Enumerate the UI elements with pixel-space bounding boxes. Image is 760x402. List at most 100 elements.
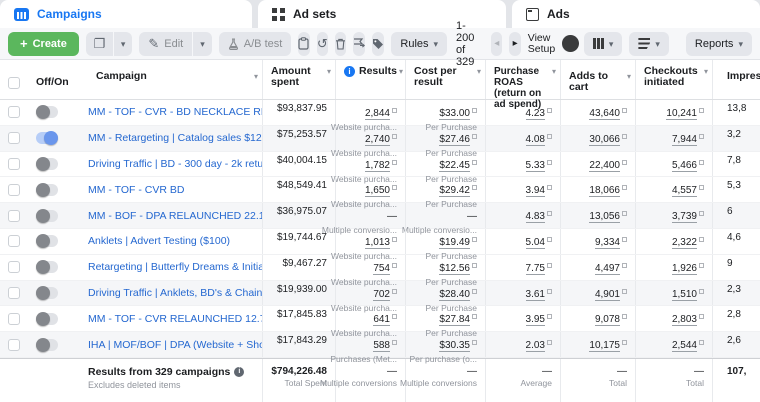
cost-per-result-cell[interactable]: $30.35 Per purchase (o... [405,332,485,357]
campaign-toggle[interactable] [36,287,58,299]
results-cell[interactable]: 702 Website purcha... [335,281,405,306]
campaign-header[interactable]: Campaign [88,60,262,99]
tag-button[interactable] [372,32,384,56]
results-cell[interactable]: 1,650 Website purcha... [335,177,405,202]
adds-to-cart-header[interactable]: Adds to cart [560,60,635,99]
row-checkbox[interactable] [8,210,20,222]
campaign-link[interactable]: MM - BOF - DPA RELAUNCHED 22.10.21 [88,210,262,222]
campaign-link[interactable]: MM - TOF - CVR RELAUNCHED 12.7.21 $150 [88,313,262,325]
amount-spent-header[interactable]: Amount spent [262,60,335,99]
adds-to-cart-cell[interactable]: 30,066 [560,126,635,151]
purchase-roas-cell[interactable]: 2.03 [485,332,560,357]
cost-per-result-cell[interactable]: $27.46 Per Purchase [405,126,485,151]
checkouts-initiated-cell[interactable]: 3,739 [635,203,712,228]
impressions-header[interactable]: Impressions [712,60,760,99]
checkouts-initiated-cell[interactable]: 1,926 [635,255,712,280]
adds-to-cart-cell[interactable]: 43,640 [560,100,635,125]
purchase-roas-cell[interactable]: 5.04 [485,229,560,254]
edit-button[interactable]: ✎ Edit [139,32,192,56]
campaign-link[interactable]: Anklets | Advert Testing ($100) [88,235,230,247]
purchase-roas-cell[interactable]: 7.75 [485,255,560,280]
campaign-link[interactable]: IHA | MOF/BOF | DPA (Website + Shop) Ad … [88,339,262,351]
results-cell[interactable]: 1,782 Website purcha... [335,152,405,177]
cost-per-result-cell[interactable]: $22.45 Per Purchase [405,152,485,177]
campaign-toggle[interactable] [36,106,58,118]
results-header[interactable]: Results [335,60,405,99]
adds-to-cart-cell[interactable]: 9,334 [560,229,635,254]
purchase-roas-cell[interactable]: 3.61 [485,281,560,306]
cost-per-result-cell[interactable]: $29.42 Per Purchase [405,177,485,202]
adds-to-cart-cell[interactable]: 10,175 [560,332,635,357]
duplicate-dropdown-button[interactable] [114,32,133,56]
cost-per-result-cell[interactable]: $28.40 Per Purchase [405,281,485,306]
checkouts-initiated-cell[interactable]: 4,557 [635,177,712,202]
ab-test-button[interactable]: A/B test [219,32,292,56]
campaign-toggle[interactable] [36,210,58,222]
duplicate-button[interactable]: ❐ [86,32,113,56]
results-cell[interactable]: 2,740 Website purcha... [335,126,405,151]
export-button[interactable] [298,32,309,56]
adds-to-cart-cell[interactable]: 9,078 [560,306,635,331]
purchase-roas-cell[interactable]: 3.95 [485,306,560,331]
tab-ads[interactable]: Ads [512,0,760,28]
create-button[interactable]: Create [8,32,79,56]
cost-per-result-cell[interactable]: $33.00 Per Purchase [405,100,485,125]
campaign-link[interactable]: MM - TOF - CVR - BD NECKLACE RELAUNCHE..… [88,106,262,118]
purchase-roas-cell[interactable]: 5.33 [485,152,560,177]
adds-to-cart-cell[interactable]: 4,497 [560,255,635,280]
view-setup-toggle[interactable] [562,35,577,52]
automated-rules-button[interactable] [353,32,365,56]
columns-dropdown-button[interactable] [584,32,623,56]
rules-dropdown-button[interactable]: Rules [391,32,447,56]
tab-campaigns[interactable]: Campaigns [0,0,252,28]
adds-to-cart-cell[interactable]: 18,066 [560,177,635,202]
checkouts-initiated-cell[interactable]: 2,803 [635,306,712,331]
purchase-roas-header[interactable]: Purchase ROAS (return on ad spend) [485,60,560,99]
cost-per-result-cell[interactable]: — Multiple conversio... [405,203,485,228]
results-cell[interactable]: 754 Website purcha... [335,255,405,280]
cost-per-result-cell[interactable]: $19.49 Per Purchase [405,229,485,254]
purchase-roas-cell[interactable]: 3.94 [485,177,560,202]
purchase-roas-cell[interactable]: 4.83 [485,203,560,228]
cost-per-result-cell[interactable]: $12.56 Per Purchase [405,255,485,280]
breakdown-dropdown-button[interactable] [629,32,669,56]
campaign-link[interactable]: Driving Traffic | Anklets, BD's & Chains [88,287,262,299]
purchase-roas-cell[interactable]: 4.08 [485,126,560,151]
row-checkbox[interactable] [8,132,20,144]
delete-button[interactable] [335,32,346,56]
row-checkbox[interactable] [8,287,20,299]
cost-per-result-header[interactable]: Cost per result [405,60,485,99]
adds-to-cart-cell[interactable]: 22,400 [560,152,635,177]
campaign-link[interactable]: MM - Retargeting | Catalog sales $122 [88,132,262,144]
campaign-toggle[interactable] [36,313,58,325]
undo-button[interactable]: ↺ [317,32,328,56]
campaign-toggle[interactable] [36,158,58,170]
results-cell[interactable]: 2,844 Website purcha... [335,100,405,125]
checkouts-initiated-header[interactable]: Checkouts initiated [635,60,712,99]
row-checkbox[interactable] [8,106,20,118]
checkouts-initiated-cell[interactable]: 10,241 [635,100,712,125]
row-checkbox[interactable] [8,339,20,351]
purchase-roas-cell[interactable]: 4.23 [485,100,560,125]
row-checkbox[interactable] [8,184,20,196]
campaign-toggle[interactable] [36,132,58,144]
checkouts-initiated-cell[interactable]: 7,944 [635,126,712,151]
campaign-toggle[interactable] [36,339,58,351]
select-all-checkbox[interactable] [8,77,20,89]
row-checkbox[interactable] [8,235,20,247]
campaign-link[interactable]: Driving Traffic | BD - 300 day - 2k retu… [88,158,262,170]
campaign-toggle[interactable] [36,261,58,273]
results-cell[interactable]: — Multiple conversio... [335,203,405,228]
reports-dropdown-button[interactable]: Reports [686,32,752,56]
checkouts-initiated-cell[interactable]: 5,466 [635,152,712,177]
adds-to-cart-cell[interactable]: 13,056 [560,203,635,228]
checkouts-initiated-cell[interactable]: 2,544 [635,332,712,357]
checkouts-initiated-cell[interactable]: 2,322 [635,229,712,254]
results-cell[interactable]: 641 Website purcha... [335,306,405,331]
adds-to-cart-cell[interactable]: 4,901 [560,281,635,306]
row-checkbox[interactable] [8,313,20,325]
results-cell[interactable]: 588 Purchases (Met... [335,332,405,357]
edit-dropdown-button[interactable] [193,32,212,56]
next-page-button[interactable] [509,32,520,56]
campaign-toggle[interactable] [36,235,58,247]
